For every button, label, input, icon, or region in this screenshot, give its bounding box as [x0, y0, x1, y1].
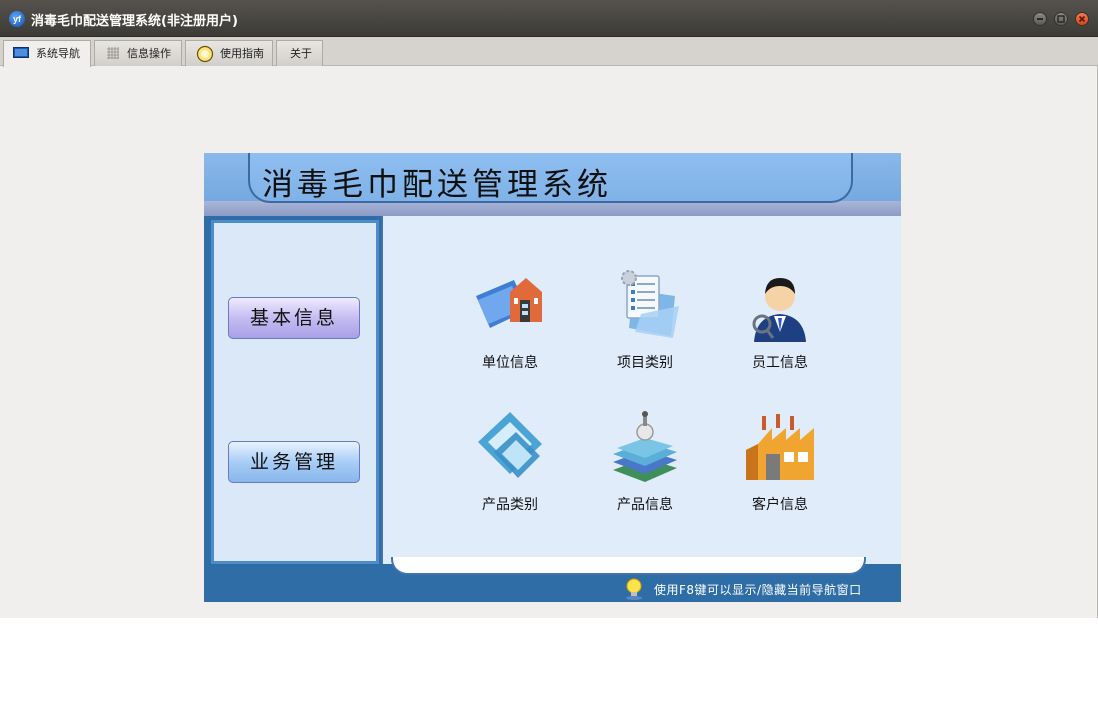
tab-bar: 系统导航 信息操作 使用指南 关于: [0, 37, 1098, 67]
tab-system-navigation[interactable]: 系统导航: [3, 40, 91, 67]
module-label: 项目类别: [617, 355, 673, 371]
tab-label: 信息操作: [127, 47, 171, 60]
title-bar[interactable]: yf 消毒毛巾配送管理系统(非注册用户): [0, 0, 1098, 37]
navigation-panel: 消毒毛巾配送管理系统 基本信息 业务管理 单位信息 项目类别 员工信息 产品类别…: [204, 153, 901, 602]
module-employee-info[interactable]: 员工信息: [715, 266, 845, 386]
system-title: 消毒毛巾配送管理系统: [262, 167, 612, 203]
business-management-button[interactable]: 业务管理: [228, 441, 360, 483]
module-product-info[interactable]: 产品信息: [580, 408, 710, 528]
f8-hint-text: 使用F8键可以显示/隐藏当前导航窗口: [654, 583, 862, 597]
content-bottom-edge: [391, 557, 866, 575]
tab-user-guide[interactable]: 使用指南: [185, 40, 273, 66]
maximize-button[interactable]: [1054, 12, 1068, 26]
module-label: 产品信息: [617, 497, 673, 513]
module-label: 产品类别: [482, 497, 538, 513]
monitor-icon: [13, 47, 29, 58]
help-ring-icon: [196, 45, 214, 63]
close-icon: [1078, 15, 1086, 23]
module-project-category[interactable]: 项目类别: [580, 266, 710, 386]
tab-about[interactable]: 关于: [276, 40, 323, 66]
basic-info-button[interactable]: 基本信息: [228, 297, 360, 339]
module-customer-info[interactable]: 客户信息: [715, 408, 845, 528]
book-stack-icon: [613, 411, 677, 482]
module-content: 单位信息 项目类别 员工信息 产品类别 产品信息 客户信息: [381, 216, 901, 564]
module-unit-info[interactable]: 单位信息: [445, 266, 575, 386]
app-window: yf 消毒毛巾配送管理系统(非注册用户) 系统导航 信息操作 使用指南 关于 消…: [0, 0, 1098, 618]
minimize-icon: [1037, 18, 1043, 20]
app-logo-icon: yf: [9, 11, 25, 27]
lightbulb-icon: [626, 578, 642, 600]
module-label: 员工信息: [752, 355, 808, 371]
status-bar: 使用F8键可以显示/隐藏当前导航窗口: [204, 577, 901, 602]
factory-icon: [746, 414, 814, 480]
maximize-icon: [1057, 15, 1065, 23]
building-folder-icon: [476, 278, 542, 328]
grid-icon: [107, 47, 119, 59]
minimize-button[interactable]: [1033, 12, 1047, 26]
tab-label: 关于: [290, 47, 312, 60]
tab-label: 系统导航: [36, 47, 80, 60]
module-label: 单位信息: [482, 355, 538, 371]
module-label: 客户信息: [752, 497, 808, 513]
tab-info-operation[interactable]: 信息操作: [94, 40, 182, 66]
module-product-category[interactable]: 产品类别: [445, 408, 575, 528]
document-list-icon: [621, 270, 679, 338]
person-magnifier-icon: [752, 278, 806, 342]
frames-icon: [478, 412, 542, 478]
tab-label: 使用指南: [220, 47, 264, 60]
category-sidebar: 基本信息 业务管理: [211, 220, 379, 564]
close-button[interactable]: [1075, 12, 1089, 26]
window-title: 消毒毛巾配送管理系统(非注册用户): [31, 14, 238, 29]
